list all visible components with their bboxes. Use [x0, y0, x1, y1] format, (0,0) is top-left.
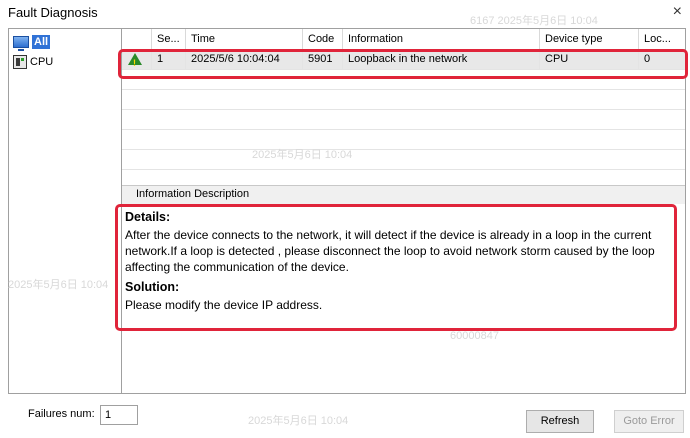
- fault-table: Se... Time Code Information Device type …: [122, 29, 685, 179]
- cell-time: 2025/5/6 10:04:04: [186, 50, 303, 69]
- cpu-icon: [13, 55, 27, 69]
- title-bar: Fault Diagnosis ×: [0, 0, 690, 28]
- empty-row: [122, 130, 685, 150]
- main-panel: All CPU Se... Time Code Information Devi…: [8, 28, 686, 394]
- solution-text: Please modify the device IP address.: [125, 298, 323, 312]
- empty-row: [122, 70, 685, 90]
- refresh-button[interactable]: Refresh: [526, 410, 594, 433]
- watermark: 2025年5月6日 10:04: [248, 415, 349, 427]
- row-icon-column-header: [122, 29, 152, 49]
- row-icon-cell: [122, 50, 152, 69]
- table-row[interactable]: 1 2025/5/6 10:04:04 5901 Loopback in the…: [122, 50, 685, 70]
- details-text: After the device connects to the network…: [125, 228, 655, 274]
- cell-device-type: CPU: [540, 50, 639, 69]
- column-header-location[interactable]: Loc...: [639, 29, 685, 49]
- cell-code: 5901: [303, 50, 343, 69]
- column-header-time[interactable]: Time: [186, 29, 303, 49]
- column-header-information[interactable]: Information: [343, 29, 540, 49]
- empty-row: [122, 90, 685, 110]
- empty-row: [122, 150, 685, 170]
- column-header-device-type[interactable]: Device type: [540, 29, 639, 49]
- cell-location: 0: [644, 53, 651, 65]
- description-panel: Details: After the device connects to th…: [122, 204, 685, 393]
- warning-icon: [128, 53, 142, 69]
- empty-row: [122, 110, 685, 130]
- failures-num-label: Failures num:: [28, 408, 95, 420]
- table-header: Se... Time Code Information Device type …: [122, 29, 685, 50]
- column-header-seq[interactable]: Se...: [152, 29, 186, 49]
- goto-error-button[interactable]: Goto Error: [614, 410, 684, 433]
- description-title: Information Description: [136, 188, 250, 200]
- tree-item-label: CPU: [30, 56, 54, 68]
- tree-item-label: All: [32, 35, 51, 49]
- failures-num-field: 1: [100, 405, 138, 425]
- device-tree: All CPU: [9, 29, 122, 393]
- cell-information: Loopback in the network: [343, 50, 540, 69]
- tree-item-cpu[interactable]: CPU: [13, 53, 53, 71]
- solution-heading: Solution:: [125, 280, 180, 294]
- description-header: Information Description: [122, 185, 685, 205]
- cell-seq: 1: [152, 50, 186, 69]
- column-header-code[interactable]: Code: [303, 29, 343, 49]
- close-icon[interactable]: ×: [673, 3, 682, 21]
- details-heading: Details:: [125, 210, 171, 224]
- tree-item-all[interactable]: All: [13, 33, 51, 51]
- monitor-icon: [13, 36, 29, 51]
- window-title: Fault Diagnosis: [8, 5, 98, 20]
